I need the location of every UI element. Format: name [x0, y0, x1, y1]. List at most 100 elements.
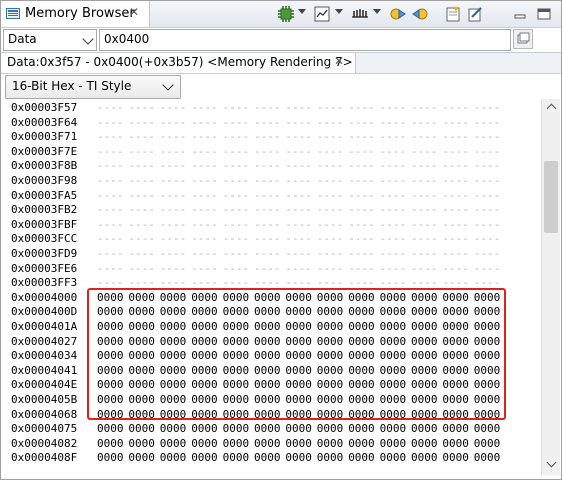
- memory-word[interactable]: ----: [317, 218, 344, 231]
- memory-word[interactable]: 0000: [317, 349, 344, 362]
- memory-word[interactable]: ----: [442, 159, 469, 172]
- memory-word[interactable]: ----: [317, 174, 344, 187]
- memory-grid[interactable]: 0x00003F57 ---- ---- ---- ---- ---- ---- ---- --…: [1, 99, 539, 475]
- memory-word[interactable]: 0000: [191, 378, 218, 391]
- memory-word[interactable]: ----: [97, 203, 124, 216]
- memory-row[interactable]: 0x0000405B 0000 0000 0000 0000 0000 0000 0000 00…: [1, 393, 539, 407]
- memory-word[interactable]: ----: [380, 247, 407, 260]
- memory-word[interactable]: 0000: [285, 320, 312, 333]
- memory-word[interactable]: ----: [317, 145, 344, 158]
- memory-word[interactable]: ----: [223, 174, 250, 187]
- memory-word[interactable]: ----: [348, 159, 375, 172]
- memory-word[interactable]: 0000: [317, 408, 344, 421]
- memory-word[interactable]: 0000: [223, 437, 250, 450]
- memory-word[interactable]: 0000: [474, 364, 501, 377]
- memory-word[interactable]: ----: [285, 218, 312, 231]
- memory-word[interactable]: 0000: [348, 291, 375, 304]
- memory-word[interactable]: 0000: [474, 437, 501, 450]
- memory-word[interactable]: 0000: [348, 437, 375, 450]
- memory-word[interactable]: ----: [97, 116, 124, 129]
- refresh-chip-icon[interactable]: [277, 5, 295, 23]
- memory-word[interactable]: ----: [348, 232, 375, 245]
- memory-word[interactable]: ----: [411, 189, 438, 202]
- memory-word[interactable]: 0000: [380, 364, 407, 377]
- memory-word[interactable]: ----: [474, 276, 501, 289]
- memory-word[interactable]: ----: [317, 276, 344, 289]
- memory-word[interactable]: ----: [348, 116, 375, 129]
- memory-word[interactable]: 0000: [160, 393, 187, 406]
- memory-word[interactable]: ----: [97, 174, 124, 187]
- memory-word[interactable]: ----: [348, 247, 375, 260]
- memory-word[interactable]: 0000: [285, 408, 312, 421]
- memory-word[interactable]: 0000: [223, 320, 250, 333]
- memory-word[interactable]: ----: [223, 276, 250, 289]
- memory-row[interactable]: 0x00004075 0000 0000 0000 0000 0000 0000 0000 00…: [1, 422, 539, 436]
- memory-word[interactable]: ----: [97, 101, 124, 114]
- memory-word[interactable]: 0000: [223, 305, 250, 318]
- memory-word[interactable]: 0000: [474, 291, 501, 304]
- memory-word[interactable]: ----: [128, 232, 155, 245]
- memory-word[interactable]: 0000: [411, 291, 438, 304]
- memory-word[interactable]: 0000: [254, 320, 281, 333]
- memory-word[interactable]: ----: [128, 101, 155, 114]
- memory-word[interactable]: ----: [285, 189, 312, 202]
- memory-word[interactable]: 0000: [317, 422, 344, 435]
- memory-word[interactable]: ----: [380, 174, 407, 187]
- memory-word[interactable]: ----: [442, 232, 469, 245]
- memory-word[interactable]: ----: [380, 159, 407, 172]
- memory-word[interactable]: 0000: [254, 393, 281, 406]
- memory-word[interactable]: 0000: [285, 291, 312, 304]
- minimize-icon[interactable]: [511, 5, 529, 23]
- memory-word[interactable]: 0000: [442, 451, 469, 464]
- memory-word[interactable]: ----: [411, 101, 438, 114]
- memory-word[interactable]: 0000: [128, 422, 155, 435]
- memory-word[interactable]: 0000: [97, 437, 124, 450]
- memory-word[interactable]: ----: [285, 101, 312, 114]
- memory-word[interactable]: 0000: [317, 378, 344, 391]
- memory-word[interactable]: ----: [474, 116, 501, 129]
- memory-word[interactable]: 0000: [160, 408, 187, 421]
- memory-word[interactable]: ----: [160, 145, 187, 158]
- memory-word[interactable]: ----: [474, 145, 501, 158]
- memory-word[interactable]: 0000: [474, 422, 501, 435]
- memory-word[interactable]: 0000: [191, 335, 218, 348]
- memory-word[interactable]: ----: [317, 232, 344, 245]
- memory-word[interactable]: 0000: [254, 422, 281, 435]
- memory-word[interactable]: ----: [411, 159, 438, 172]
- memory-word[interactable]: 0000: [348, 320, 375, 333]
- memory-word[interactable]: 0000: [223, 451, 250, 464]
- memory-word[interactable]: ----: [442, 247, 469, 260]
- memory-word[interactable]: ----: [317, 262, 344, 275]
- memory-word[interactable]: ----: [223, 247, 250, 260]
- memory-word[interactable]: ----: [160, 218, 187, 231]
- format-select[interactable]: 16-Bit Hex - TI Style: [5, 75, 181, 99]
- memory-word[interactable]: ----: [348, 145, 375, 158]
- memory-word[interactable]: ----: [348, 130, 375, 143]
- memory-word[interactable]: 0000: [442, 437, 469, 450]
- memory-word[interactable]: 0000: [380, 349, 407, 362]
- memory-row[interactable]: 0x00004068 0000 0000 0000 0000 0000 0000 0000 00…: [1, 408, 539, 422]
- memory-word[interactable]: ----: [160, 101, 187, 114]
- memory-word[interactable]: ----: [380, 203, 407, 216]
- memory-word[interactable]: ----: [254, 218, 281, 231]
- memory-window-icon[interactable]: [313, 5, 331, 23]
- memory-word[interactable]: 0000: [380, 451, 407, 464]
- memory-word[interactable]: 0000: [411, 451, 438, 464]
- memory-word[interactable]: ----: [285, 159, 312, 172]
- memory-word[interactable]: 0000: [254, 451, 281, 464]
- memory-word[interactable]: 0000: [191, 291, 218, 304]
- memory-word[interactable]: 0000: [380, 305, 407, 318]
- memory-word[interactable]: ----: [254, 232, 281, 245]
- memory-word[interactable]: 0000: [442, 320, 469, 333]
- memory-word[interactable]: ----: [160, 174, 187, 187]
- memory-word[interactable]: 0000: [128, 320, 155, 333]
- memory-word[interactable]: ----: [285, 174, 312, 187]
- memory-row[interactable]: 0x00004034 0000 0000 0000 0000 0000 0000 0000 00…: [1, 349, 539, 363]
- memory-word[interactable]: ----: [411, 145, 438, 158]
- memory-word[interactable]: ----: [285, 130, 312, 143]
- memory-word[interactable]: ----: [128, 159, 155, 172]
- memory-word[interactable]: 0000: [191, 305, 218, 318]
- memory-row[interactable]: 0x00004000 0000 0000 0000 0000 0000 0000 0000 00…: [1, 291, 539, 305]
- memory-word[interactable]: 0000: [191, 437, 218, 450]
- memory-word[interactable]: 0000: [442, 408, 469, 421]
